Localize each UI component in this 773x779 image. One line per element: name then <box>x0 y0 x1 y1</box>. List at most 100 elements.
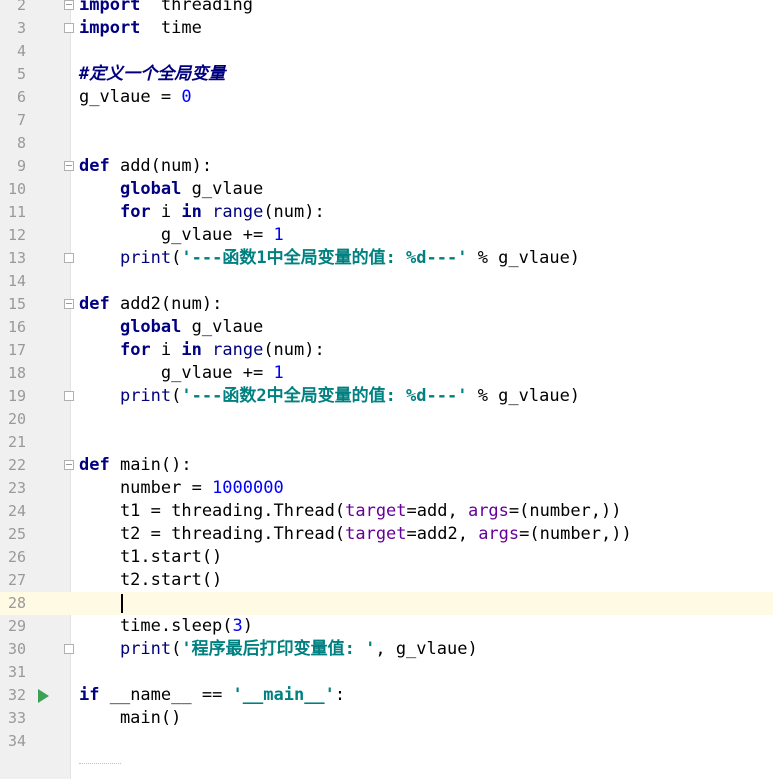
line-number[interactable]: 18 <box>0 362 26 385</box>
line-number[interactable]: 33 <box>0 707 26 730</box>
fold-marker-icon[interactable] <box>64 460 74 470</box>
line-number[interactable]: 21 <box>0 431 26 454</box>
code-line-14[interactable]: 14 <box>0 270 773 293</box>
code-line-17[interactable]: 17 for i in range(num): <box>0 339 773 362</box>
code-line-10[interactable]: 10 global g_vlaue <box>0 178 773 201</box>
code-line-25[interactable]: 25 t2 = threading.Thread(target=add2, ar… <box>0 523 773 546</box>
line-number[interactable]: 29 <box>0 615 26 638</box>
code-text[interactable]: t2.start() <box>79 569 222 592</box>
line-number[interactable]: 14 <box>0 270 26 293</box>
line-number[interactable]: 20 <box>0 408 26 431</box>
code-line-27[interactable]: 27 t2.start() <box>0 569 773 592</box>
line-number[interactable]: 3 <box>0 17 26 40</box>
code-text[interactable]: global g_vlaue <box>79 316 263 339</box>
code-line-22[interactable]: 22 def main(): <box>0 454 773 477</box>
line-number[interactable]: 7 <box>0 109 26 132</box>
code-line-3[interactable]: 3 import time <box>0 17 773 40</box>
code-line-18[interactable]: 18 g_vlaue += 1 <box>0 362 773 385</box>
code-line-33[interactable]: 33 main() <box>0 707 773 730</box>
code-text[interactable]: main() <box>79 707 181 730</box>
fold-marker-icon[interactable] <box>64 161 74 171</box>
line-number[interactable]: 9 <box>0 155 26 178</box>
code-text[interactable]: t1 = threading.Thread(target=add, args=(… <box>79 500 622 523</box>
code-text[interactable]: print('---函数1中全局变量的值: %d---' % g_vlaue) <box>79 247 580 270</box>
line-number[interactable]: 23 <box>0 477 26 500</box>
code-line-32[interactable]: 32 if __name__ == '__main__': <box>0 684 773 707</box>
code-line-21[interactable]: 21 <box>0 431 773 454</box>
code-line-28[interactable]: 28 <box>0 592 773 615</box>
code-line-9[interactable]: 9 def add(num): <box>0 155 773 178</box>
code-text[interactable]: import time <box>79 17 202 40</box>
fold-marker-icon[interactable] <box>64 0 74 10</box>
code-line-11[interactable]: 11 for i in range(num): <box>0 201 773 224</box>
line-number[interactable]: 11 <box>0 201 26 224</box>
fold-marker-icon[interactable] <box>64 299 74 309</box>
code-line-20[interactable]: 20 <box>0 408 773 431</box>
code-text[interactable]: for i in range(num): <box>79 339 325 362</box>
code-line-5[interactable]: 5 #定义一个全局变量 <box>0 63 773 86</box>
code-text[interactable]: g_vlaue += 1 <box>79 362 284 385</box>
fold-marker-icon[interactable] <box>64 253 74 263</box>
code-line-13[interactable]: 13 print('---函数1中全局变量的值: %d---' % g_vlau… <box>0 247 773 270</box>
code-editor[interactable]: 2 import threading 3 import time 4 5 #定义一个全局变量… <box>0 0 773 753</box>
code-line-24[interactable]: 24 t1 = threading.Thread(target=add, arg… <box>0 500 773 523</box>
code-line-12[interactable]: 12 g_vlaue += 1 <box>0 224 773 247</box>
fold-marker-icon[interactable] <box>64 23 74 33</box>
code-text[interactable]: print('---函数2中全局变量的值: %d---' % g_vlaue) <box>79 385 580 408</box>
line-number[interactable]: 22 <box>0 454 26 477</box>
code-line-2[interactable]: 2 import threading <box>0 0 773 17</box>
line-number[interactable]: 30 <box>0 638 26 661</box>
line-number[interactable]: 12 <box>0 224 26 247</box>
code-text[interactable]: def main(): <box>79 454 192 477</box>
fold-marker-icon[interactable] <box>64 391 74 401</box>
code-line-8[interactable]: 8 <box>0 132 773 155</box>
code-line-16[interactable]: 16 global g_vlaue <box>0 316 773 339</box>
line-number[interactable]: 15 <box>0 293 26 316</box>
line-number[interactable]: 2 <box>0 0 26 17</box>
line-number[interactable]: 17 <box>0 339 26 362</box>
line-number[interactable]: 28 <box>0 592 26 615</box>
line-number[interactable]: 34 <box>0 730 26 753</box>
code-line-4[interactable]: 4 <box>0 40 773 63</box>
code-text[interactable]: global g_vlaue <box>79 178 263 201</box>
code-text[interactable]: def add(num): <box>79 155 212 178</box>
code-text[interactable]: g_vlaue += 1 <box>79 224 284 247</box>
line-number[interactable]: 26 <box>0 546 26 569</box>
code-line-29[interactable]: 29 time.sleep(3) <box>0 615 773 638</box>
code-line-19[interactable]: 19 print('---函数2中全局变量的值: %d---' % g_vlau… <box>0 385 773 408</box>
code-text[interactable]: t2 = threading.Thread(target=add2, args=… <box>79 523 632 546</box>
line-number[interactable]: 32 <box>0 684 26 707</box>
line-number[interactable]: 10 <box>0 178 26 201</box>
code-text[interactable]: print('程序最后打印变量值: ', g_vlaue) <box>79 638 478 661</box>
line-number[interactable]: 16 <box>0 316 26 339</box>
code-line-31[interactable]: 31 <box>0 661 773 684</box>
code-text[interactable]: if __name__ == '__main__': <box>79 684 345 707</box>
line-number[interactable]: 19 <box>0 385 26 408</box>
line-number[interactable]: 6 <box>0 86 26 109</box>
code-text[interactable]: #定义一个全局变量 <box>79 63 225 86</box>
code-line-15[interactable]: 15 def add2(num): <box>0 293 773 316</box>
line-number[interactable]: 24 <box>0 500 26 523</box>
line-number[interactable]: 25 <box>0 523 26 546</box>
code-text[interactable]: g_vlaue = 0 <box>79 86 192 109</box>
code-line-34[interactable]: 34 <box>0 730 773 753</box>
code-line-26[interactable]: 26 t1.start() <box>0 546 773 569</box>
line-number[interactable]: 13 <box>0 247 26 270</box>
line-number[interactable]: 8 <box>0 132 26 155</box>
line-number[interactable]: 4 <box>0 40 26 63</box>
line-number[interactable]: 31 <box>0 661 26 684</box>
line-number[interactable]: 27 <box>0 569 26 592</box>
code-text[interactable]: def add2(num): <box>79 293 222 316</box>
run-icon[interactable] <box>38 689 49 703</box>
code-text[interactable]: t1.start() <box>79 546 222 569</box>
code-line-6[interactable]: 6 g_vlaue = 0 <box>0 86 773 109</box>
fold-marker-icon[interactable] <box>64 644 74 654</box>
code-text[interactable]: for i in range(num): <box>79 201 325 224</box>
code-line-23[interactable]: 23 number = 1000000 <box>0 477 773 500</box>
code-text[interactable]: import threading <box>79 0 253 17</box>
line-number[interactable]: 5 <box>0 63 26 86</box>
code-line-7[interactable]: 7 <box>0 109 773 132</box>
code-text[interactable]: time.sleep(3) <box>79 615 253 638</box>
code-line-30[interactable]: 30 print('程序最后打印变量值: ', g_vlaue) <box>0 638 773 661</box>
code-text[interactable]: number = 1000000 <box>79 477 284 500</box>
